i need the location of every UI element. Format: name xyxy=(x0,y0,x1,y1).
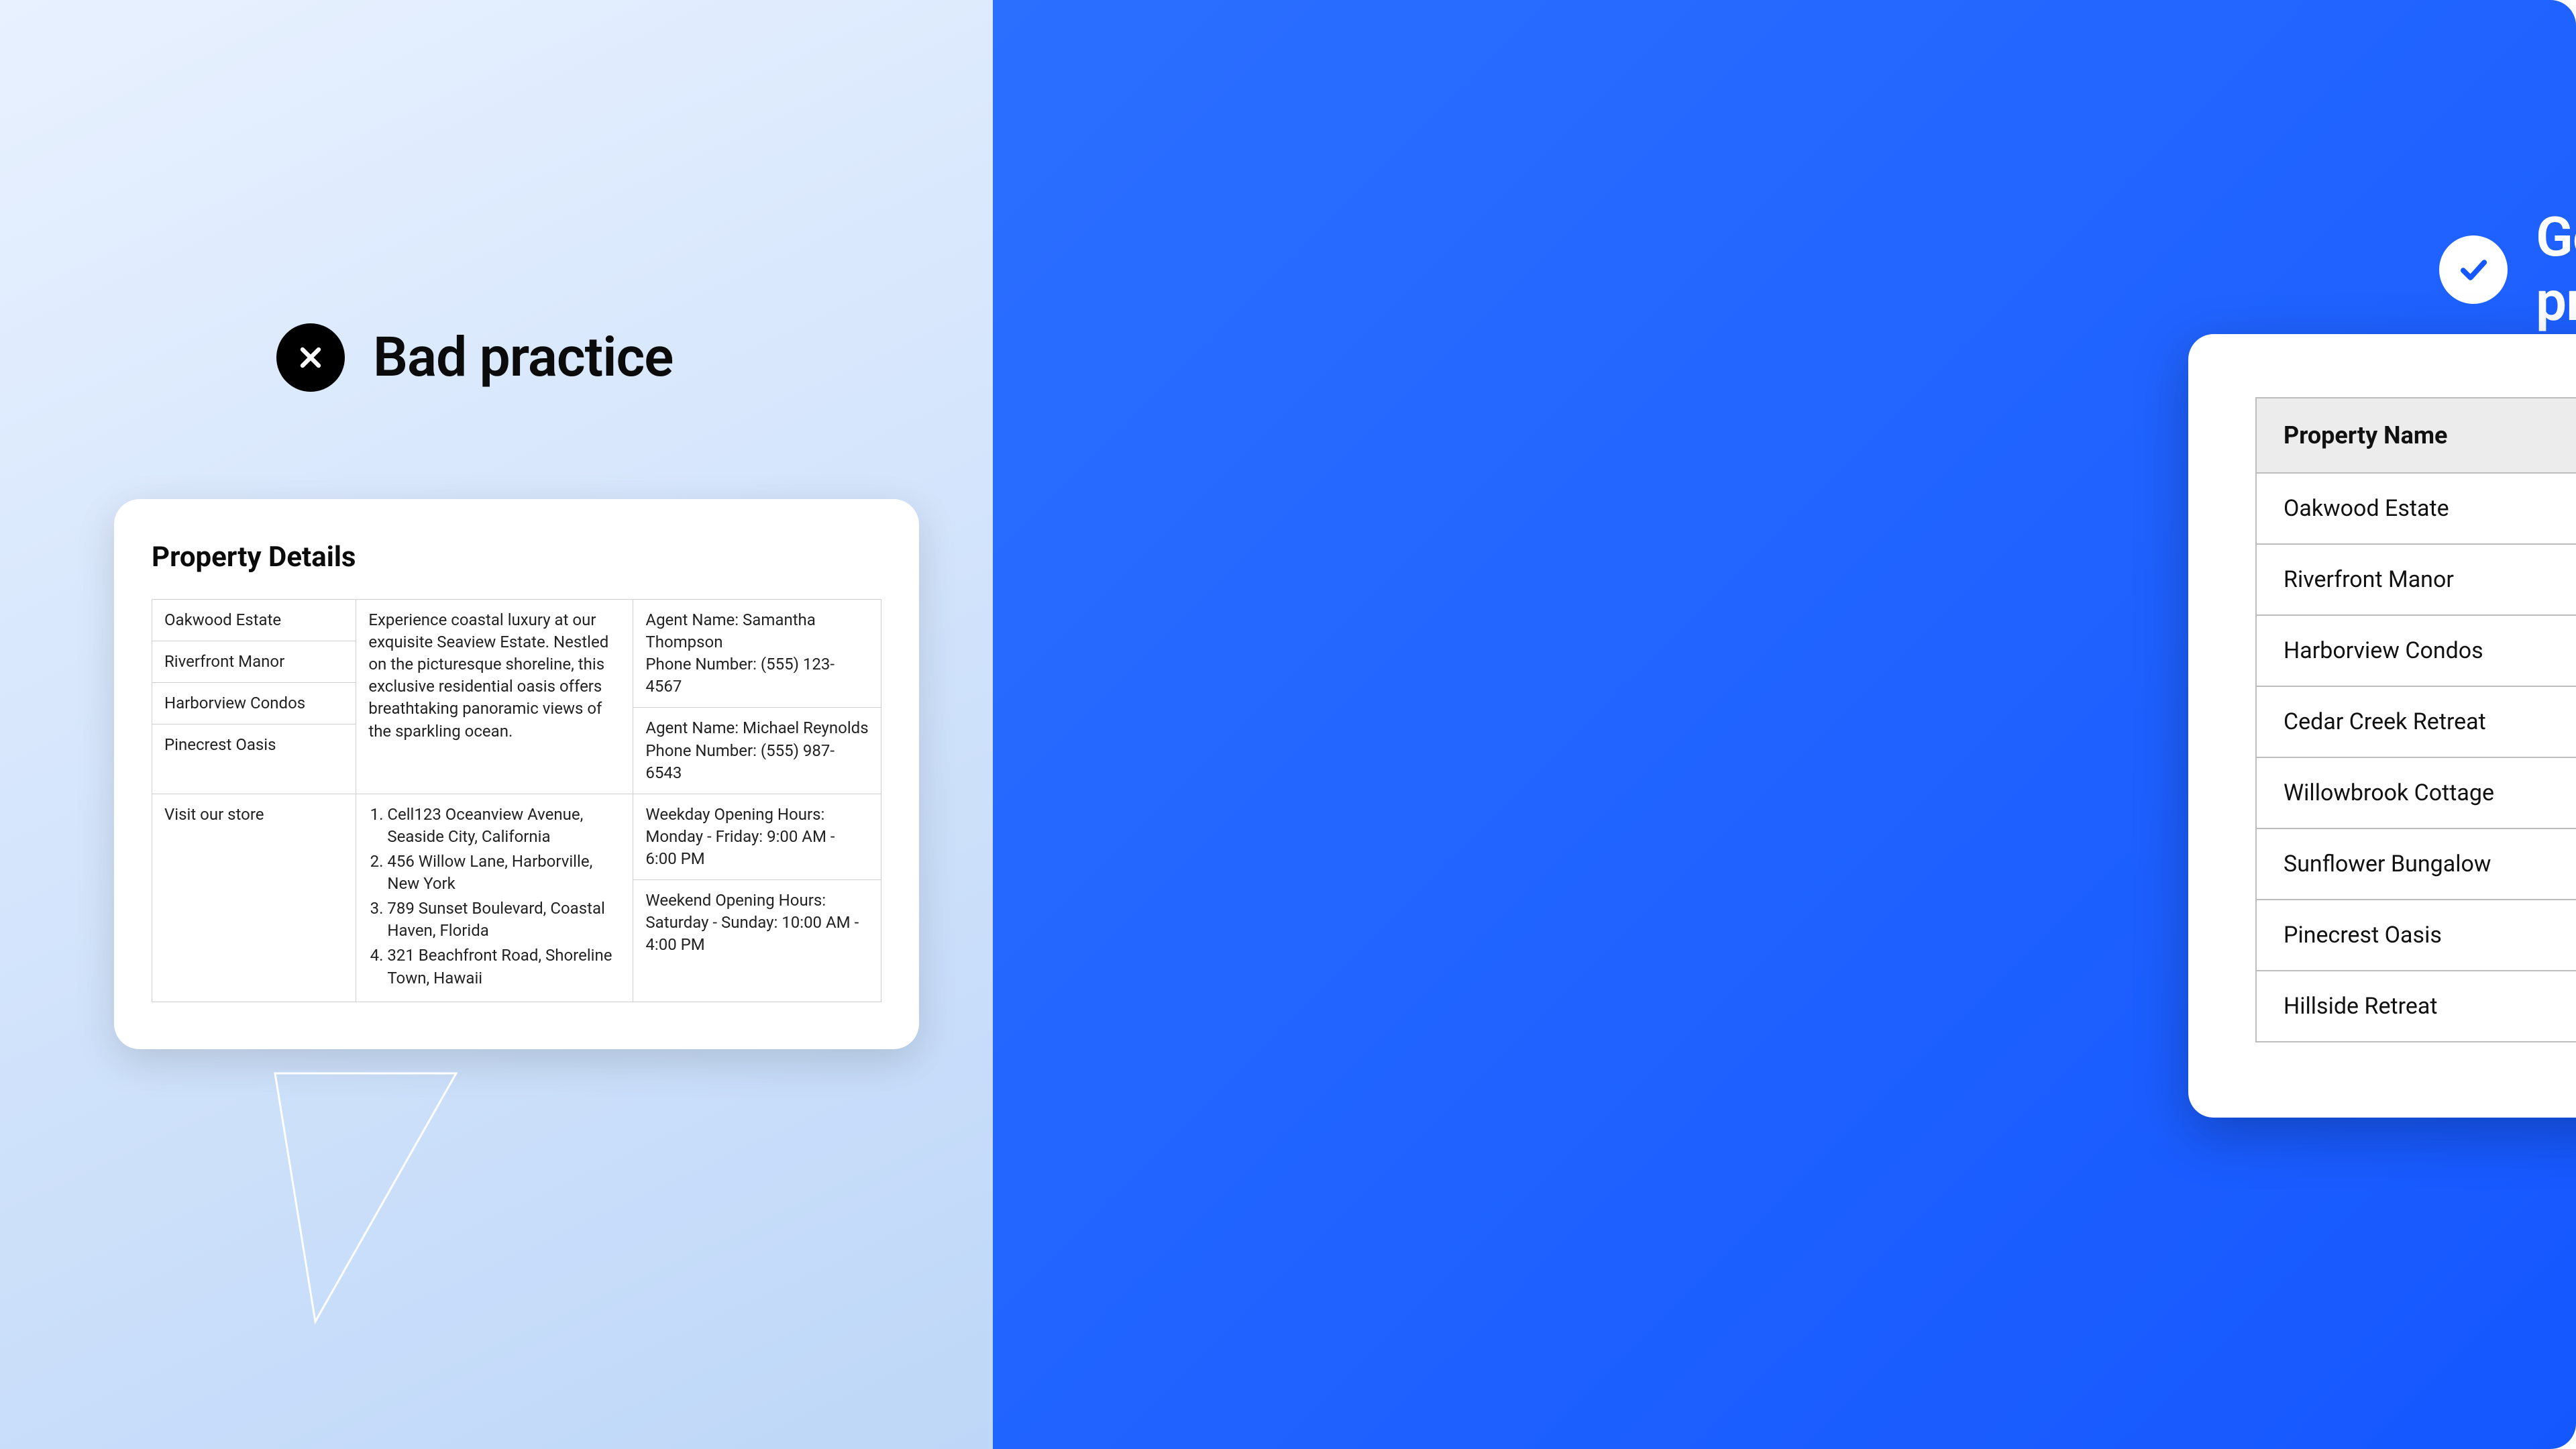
check-circle-icon xyxy=(2439,235,2508,304)
bad-practice-panel: Bad practice Property Details Oakwood Es… xyxy=(0,0,993,1449)
x-circle-icon xyxy=(276,323,345,392)
hours-block: Weekend Opening Hours: Saturday - Sunday… xyxy=(633,880,881,965)
table-cell: Pinecrest Oasis xyxy=(2256,900,2576,971)
agent-block: Agent Name: Michael Reynolds Phone Numbe… xyxy=(633,708,881,793)
list-item: 321 Beachfront Road, Shoreline Town, Haw… xyxy=(387,945,621,989)
table-row: Riverfront Manor78 Elm Street2,500 sq ft xyxy=(2256,544,2576,615)
agent-block: Agent Name: Samantha Thompson Phone Numb… xyxy=(633,600,881,708)
list-item: 456 Willow Lane, Harborville, New York xyxy=(387,851,621,895)
table-row: Pinecrest Oasis5432 Forest Drive1,300 sq… xyxy=(2256,900,2576,971)
speech-tail-decoration xyxy=(248,1067,543,1355)
bad-table-cell: Oakwood Estate Riverfront Manor Harborvi… xyxy=(152,600,356,794)
col-header-name: Property Name xyxy=(2256,398,2576,473)
bad-table-cell: Visit our store xyxy=(152,794,356,1002)
bad-table: Oakwood Estate Riverfront Manor Harborvi… xyxy=(152,599,881,1002)
table-cell: Cedar Creek Retreat xyxy=(2256,686,2576,757)
table-cell: Hillside Retreat xyxy=(2256,971,2576,1042)
good-practice-header: Good practice xyxy=(2439,205,2576,334)
table-row: Harborview Condos9101 Beach Boulevard1,2… xyxy=(2256,615,2576,686)
table-cell: Riverfront Manor xyxy=(2256,544,2576,615)
good-practice-panel: Good practice Property Name Address Size… xyxy=(993,0,2576,1449)
good-practice-title: Good practice xyxy=(2536,205,2576,334)
hours-block: Weekday Opening Hours: Monday - Friday: … xyxy=(633,794,881,880)
bad-practice-card: Property Details Oakwood Estate Riverfro… xyxy=(114,499,919,1049)
bad-table-cell: Agent Name: Samantha Thompson Phone Numb… xyxy=(633,600,881,794)
table-cell: Willowbrook Cottage xyxy=(2256,757,2576,828)
list-item: Riverfront Manor xyxy=(152,641,356,683)
table-row: Oakwood Estate134 Maple Avenue2,000 sq f… xyxy=(2256,473,2576,544)
good-practice-card: Property Name Address Size Oakwood Estat… xyxy=(2188,334,2576,1118)
bad-table-cell: Experience coastal luxury at our exquisi… xyxy=(356,600,633,794)
good-table: Property Name Address Size Oakwood Estat… xyxy=(2255,397,2576,1042)
table-cell: Harborview Condos xyxy=(2256,615,2576,686)
table-row: Willowbrook Cottage137 Oak Street2,100 s… xyxy=(2256,757,2576,828)
list-item: Harborview Condos xyxy=(152,683,356,724)
bad-table-cell: Cell123 Oceanview Avenue, Seaside City, … xyxy=(356,794,633,1002)
table-row: Hillside Retreat780 Summit Road2,050 sq … xyxy=(2256,971,2576,1042)
list-item: Oakwood Estate xyxy=(152,600,356,641)
bad-table-cell: Weekday Opening Hours: Monday - Friday: … xyxy=(633,794,881,1002)
list-item: Pinecrest Oasis xyxy=(152,724,356,765)
list-item: 789 Sunset Boulevard, Coastal Haven, Flo… xyxy=(387,898,621,942)
bad-practice-header: Bad practice xyxy=(276,323,673,392)
table-cell: Oakwood Estate xyxy=(2256,473,2576,544)
table-row: Cedar Creek Retreat28 Pine Lane3,020 sq … xyxy=(2256,686,2576,757)
table-header-row: Property Name Address Size xyxy=(2256,398,2576,473)
bad-practice-title: Bad practice xyxy=(373,325,673,390)
comparison-graphic: Bad practice Property Details Oakwood Es… xyxy=(0,0,2576,1449)
table-cell: Sunflower Bungalow xyxy=(2256,828,2576,900)
list-item: Cell123 Oceanview Avenue, Seaside City, … xyxy=(387,804,621,848)
bad-card-title: Property Details xyxy=(152,541,881,574)
table-row: Sunflower Bungalow9876 Garden Avenue1,60… xyxy=(2256,828,2576,900)
